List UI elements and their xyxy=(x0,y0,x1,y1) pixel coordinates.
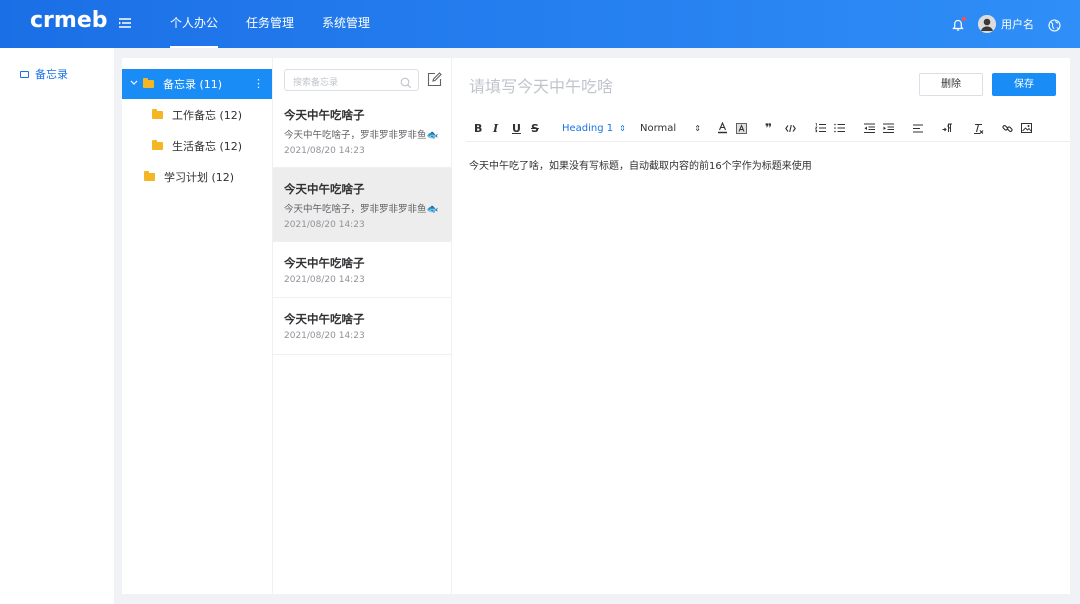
menu-toggle-icon[interactable] xyxy=(118,15,134,31)
size-select-value: Normal xyxy=(640,122,677,134)
tree-node-label: 生活备忘 (12) xyxy=(172,140,243,153)
tree-node-label: 学习计划 (12) xyxy=(164,171,235,184)
text-direction-icon[interactable] xyxy=(942,121,953,135)
note-title: 今天中午吃啥子 xyxy=(284,182,365,196)
note-time: 2021/08/20 14:23 xyxy=(284,220,365,230)
image-icon[interactable] xyxy=(1021,121,1032,135)
search-input[interactable] xyxy=(285,73,395,93)
delete-button[interactable]: 删除 xyxy=(919,73,983,96)
font-color-icon[interactable] xyxy=(717,121,728,135)
top-right-tools: 用户名 xyxy=(952,0,1062,48)
underline-icon[interactable]: U xyxy=(512,121,521,135)
folder-icon xyxy=(152,109,163,119)
save-button[interactable]: 保存 xyxy=(992,73,1056,96)
outdent-icon[interactable] xyxy=(864,121,875,135)
heading-select[interactable]: Heading 1 ⇕ xyxy=(562,121,626,135)
size-select[interactable]: Normal ⇕ xyxy=(640,121,701,135)
ordered-list-icon[interactable] xyxy=(815,121,826,135)
bell-icon[interactable] xyxy=(952,17,966,31)
note-title: 今天中午吃啥子 xyxy=(284,312,365,326)
link-icon[interactable] xyxy=(1002,121,1013,135)
list-item[interactable]: 今天中午吃啥子 今天中午吃啥子，罗非罗非罗非鱼🐟 2021/08/20 14:2… xyxy=(273,98,452,168)
note-title: 今天中午吃啥子 xyxy=(284,108,365,122)
sidebar: 备忘录 xyxy=(0,48,114,604)
clear-format-icon[interactable] xyxy=(973,121,984,135)
tree-node-work-memo[interactable]: 工作备忘 (12) xyxy=(152,100,272,130)
nav-item-personal-office[interactable]: 个人办公 xyxy=(170,0,219,48)
top-nav: 个人办公 任务管理 系统管理 xyxy=(170,0,398,48)
search-icon[interactable] xyxy=(400,74,412,89)
folder-icon xyxy=(152,140,163,150)
select-arrows-icon: ⇕ xyxy=(694,123,701,133)
username[interactable]: 用户名 xyxy=(1001,16,1034,32)
list-item[interactable]: 今天中午吃啥子 2021/08/20 14:23 xyxy=(273,242,452,298)
globe-icon[interactable] xyxy=(1048,17,1062,32)
editor-content[interactable]: 今天中午吃了啥，如果没有写标题，自动截取内容的前16个字作为标题来使用 xyxy=(469,157,812,172)
list-item[interactable]: 今天中午吃啥子 2021/08/20 14:23 xyxy=(273,298,452,355)
new-note-icon[interactable] xyxy=(427,72,442,87)
note-list: 今天中午吃啥子 今天中午吃啥子，罗非罗非罗非鱼🐟 2021/08/20 14:2… xyxy=(272,58,452,594)
indent-icon[interactable] xyxy=(883,121,894,135)
note-time: 2021/08/20 14:23 xyxy=(284,331,365,341)
sidebar-item-memo[interactable]: 备忘录 xyxy=(20,66,68,82)
avatar[interactable] xyxy=(978,15,996,33)
tree-node-label: 备忘录 (11) xyxy=(163,78,223,91)
tree-node-memo[interactable]: 备忘录 (11) ⋮ xyxy=(122,69,272,99)
memo-icon xyxy=(20,70,29,78)
note-time: 2021/08/20 14:23 xyxy=(284,275,365,285)
heading-select-value: Heading 1 xyxy=(562,122,614,134)
nav-item-task-management[interactable]: 任务管理 xyxy=(246,0,294,48)
bullet-list-icon[interactable] xyxy=(834,121,845,135)
code-block-icon[interactable] xyxy=(785,121,796,135)
chevron-down-icon[interactable] xyxy=(130,79,138,89)
tree-node-label: 工作备忘 (12) xyxy=(172,109,243,122)
folder-tree: 备忘录 (11) ⋮ 工作备忘 (12) 生活备忘 (12) 学习计划 (12) xyxy=(122,58,272,594)
search-box xyxy=(284,69,419,93)
sidebar-item-label: 备忘录 xyxy=(35,68,68,81)
main-panel: 备忘录 (11) ⋮ 工作备忘 (12) 生活备忘 (12) 学习计划 (12) xyxy=(122,58,1070,594)
note-snippet: 今天中午吃啥子，罗非罗非罗非鱼🐟 xyxy=(284,204,439,215)
tree-node-life-memo[interactable]: 生活备忘 (12) xyxy=(152,131,272,161)
note-title: 今天中午吃啥子 xyxy=(284,256,365,270)
notification-dot xyxy=(962,17,966,21)
italic-icon[interactable]: I xyxy=(493,121,498,135)
folder-icon xyxy=(144,171,155,181)
select-arrows-icon: ⇕ xyxy=(619,123,626,133)
list-item[interactable]: 今天中午吃啥子 今天中午吃啥子，罗非罗非罗非鱼🐟 2021/08/20 14:2… xyxy=(273,168,452,242)
folder-icon xyxy=(143,78,154,88)
editor-toolbar: B I U S Heading 1 ⇕ Normal ⇕ ❞ xyxy=(466,118,1070,142)
align-icon[interactable] xyxy=(913,121,924,135)
top-bar: crmeb 个人办公 任务管理 系统管理 用户名 xyxy=(0,0,1080,48)
more-icon[interactable]: ⋮ xyxy=(253,77,264,90)
background-color-icon[interactable] xyxy=(736,121,747,135)
app-logo[interactable]: crmeb xyxy=(30,8,107,33)
strikethrough-icon[interactable]: S xyxy=(531,121,539,135)
editor: 删除 保存 B I U S Heading 1 ⇕ Normal ⇕ ❞ xyxy=(452,58,1070,594)
nav-item-system-management[interactable]: 系统管理 xyxy=(322,0,370,48)
bold-icon[interactable]: B xyxy=(474,121,482,135)
note-time: 2021/08/20 14:23 xyxy=(284,146,365,156)
note-snippet: 今天中午吃啥子，罗非罗非罗非鱼🐟 xyxy=(284,130,439,141)
title-input[interactable] xyxy=(469,77,829,96)
blockquote-icon[interactable]: ❞ xyxy=(765,121,772,135)
tree-node-study-plan[interactable]: 学习计划 (12) xyxy=(144,162,272,192)
